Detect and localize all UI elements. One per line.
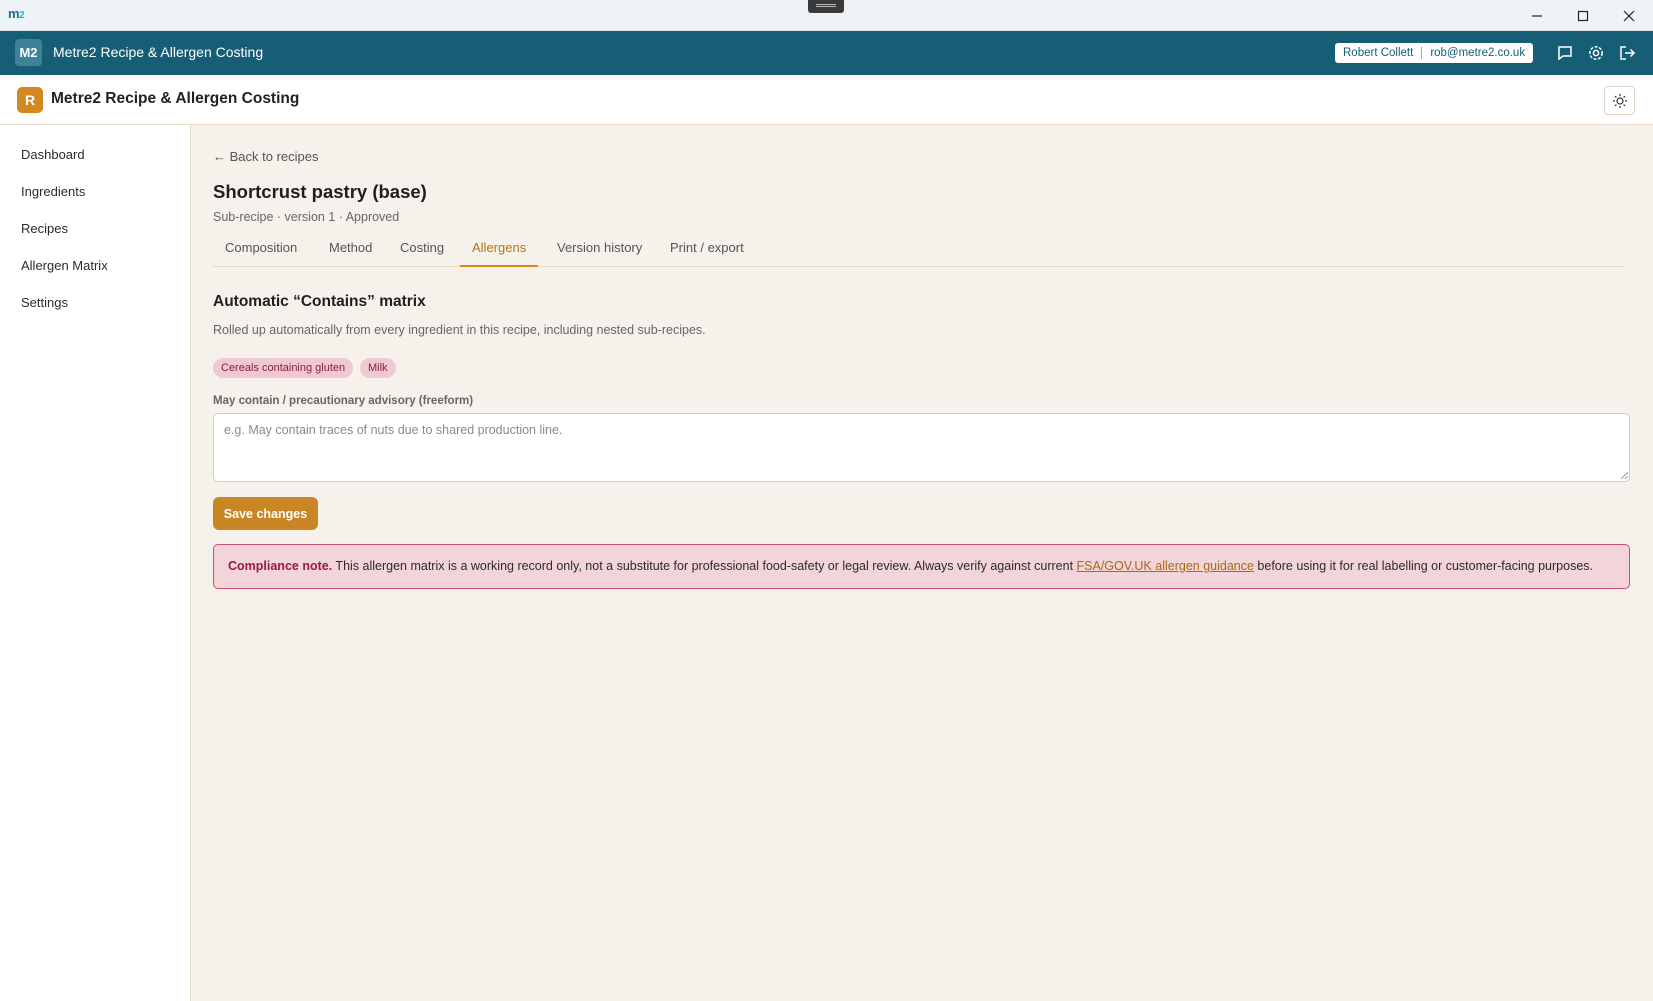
tab-costing[interactable]: Costing — [388, 237, 456, 267]
sidebar-item-dashboard[interactable]: Dashboard — [21, 147, 85, 162]
app-header: M2 Metre2 Recipe & Allergen Costing Robe… — [0, 31, 1653, 75]
user-name: Robert Collett — [1343, 47, 1414, 59]
os-title-bar: m2 — [0, 0, 1653, 31]
sidebar-item-allergen-matrix[interactable]: Allergen Matrix — [21, 258, 108, 273]
minimize-button[interactable] — [1514, 0, 1560, 31]
minimize-icon — [1532, 14, 1542, 17]
page-subtitle: Sub-recipe · version 1 · Approved — [213, 210, 400, 224]
allergen-chip-milk: Milk — [360, 358, 396, 378]
gear-icon[interactable] — [1587, 44, 1605, 62]
app-title: Metre2 Recipe & Allergen Costing — [53, 44, 264, 60]
page-title: Shortcrust pastry (base) — [213, 181, 427, 202]
advisory-textarea[interactable] — [213, 413, 1630, 482]
close-button[interactable] — [1606, 0, 1652, 31]
divider — [1421, 47, 1423, 59]
drag-handle[interactable] — [808, 0, 844, 13]
tab-bar: Composition Method Costing Allergens Ver… — [213, 237, 1623, 267]
section-title: Automatic “Contains” matrix — [213, 293, 426, 310]
app-badge: M2 — [15, 39, 42, 66]
main-content: ← Back to recipes Shortcrust pastry (bas… — [192, 125, 1653, 1001]
sidebar-item-settings[interactable]: Settings — [21, 295, 68, 310]
app-logo-icon: m2 — [8, 6, 25, 21]
notice-text-after: before using it for real labelling or cu… — [1253, 559, 1593, 573]
resize-grip-icon[interactable] — [1620, 471, 1628, 479]
maximize-icon — [1577, 10, 1589, 21]
logout-icon[interactable] — [1618, 44, 1636, 62]
allergen-chip-gluten: Cereals containing gluten — [213, 358, 354, 378]
maximize-button[interactable] — [1560, 0, 1606, 31]
section-description: Rolled up automatically from every ingre… — [213, 323, 706, 337]
user-pill[interactable]: Robert Collett rob@metre2.co.uk — [1335, 43, 1534, 63]
sub-header: R Metre2 Recipe & Allergen Costing — [0, 75, 1653, 125]
theme-toggle-button[interactable] — [1604, 86, 1635, 115]
close-icon — [1623, 10, 1635, 21]
workspace-badge: R — [17, 87, 43, 113]
tab-composition[interactable]: Composition — [213, 237, 309, 267]
back-link[interactable]: ← Back to recipes — [213, 149, 319, 164]
tab-print-export[interactable]: Print / export — [658, 237, 756, 267]
fsa-guidance-link[interactable]: FSA/GOV.UK allergen guidance — [1077, 559, 1254, 573]
tab-method[interactable]: Method — [317, 237, 384, 267]
sidebar-item-recipes[interactable]: Recipes — [21, 221, 68, 236]
advisory-label: May contain / precautionary advisory (fr… — [213, 395, 474, 407]
user-email: rob@metre2.co.uk — [1430, 47, 1526, 59]
sun-icon — [1612, 93, 1627, 108]
chat-icon[interactable] — [1556, 44, 1574, 62]
sidebar: Dashboard Ingredients Recipes Allergen M… — [0, 125, 191, 1001]
workspace-title: Metre2 Recipe & Allergen Costing — [51, 90, 300, 107]
compliance-notice: Compliance note. This allergen matrix is… — [213, 544, 1630, 589]
sidebar-item-ingredients[interactable]: Ingredients — [21, 184, 85, 199]
notice-text-before: This allergen matrix is a working record… — [332, 559, 1077, 573]
tab-version-history[interactable]: Version history — [545, 237, 654, 267]
tab-allergens[interactable]: Allergens — [460, 237, 539, 267]
save-changes-button[interactable]: Save changes — [213, 497, 318, 530]
notice-heading: Compliance note. — [228, 559, 333, 573]
